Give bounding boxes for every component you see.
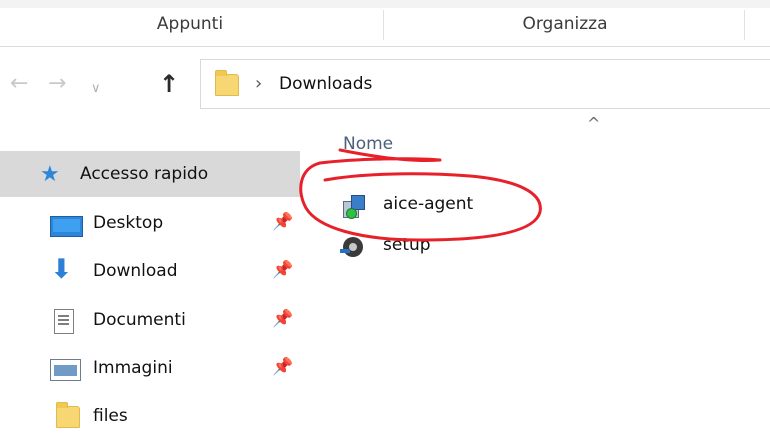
sidebar-item-label: Download [93, 261, 178, 281]
ribbon-separator [744, 10, 745, 40]
file-name: setup [383, 235, 431, 255]
up-button[interactable]: ↑ [159, 70, 179, 98]
pin-icon[interactable]: 📌 [272, 357, 293, 377]
download-icon: ⬇ [50, 254, 73, 285]
pin-icon[interactable]: 📌 [272, 309, 293, 329]
sidebar-item-label: Desktop [93, 213, 164, 233]
ribbon-group-clipboard: Appunti [156, 14, 224, 34]
navigation-pane: ★ Accesso rapido Desktop 📌 ⬇ Download 📌 … [0, 120, 305, 429]
sidebar-item-quick-access[interactable]: ★ Accesso rapido [0, 151, 300, 197]
ribbon: Appunti Organizza [0, 0, 770, 47]
installer-icon [343, 195, 365, 219]
sidebar-item-label: Documenti [93, 310, 186, 330]
navigation-bar: ← → ∨ ↑ › Downloads [0, 46, 770, 120]
ribbon-edge [0, 0, 770, 8]
ribbon-separator [383, 10, 384, 40]
desktop-icon [50, 216, 83, 237]
sidebar-item-download[interactable]: ⬇ Download 📌 [0, 248, 300, 294]
ribbon-group-organize: Organizza [522, 14, 608, 34]
file-list: ^ Nome aice-agent setup [305, 114, 770, 429]
recent-locations-chevron-down-icon[interactable]: ∨ [91, 75, 101, 103]
sidebar-item-desktop[interactable]: Desktop 📌 [0, 200, 300, 246]
breadcrumb-downloads[interactable]: Downloads [279, 74, 372, 94]
forward-button[interactable]: → [48, 70, 66, 98]
sidebar-item-pictures[interactable]: Immagini 📌 [0, 345, 300, 391]
sidebar-item-label: files [93, 406, 128, 426]
pin-icon[interactable]: 📌 [272, 260, 293, 280]
sidebar-item-label: Accesso rapido [80, 164, 209, 184]
pin-icon[interactable]: 📌 [272, 212, 293, 232]
pictures-icon [50, 359, 81, 381]
star-icon: ★ [40, 162, 60, 187]
setup-icon [340, 237, 363, 257]
file-row-setup[interactable]: setup [335, 233, 575, 263]
sidebar-item-files[interactable]: files [0, 393, 300, 439]
file-name: aice-agent [383, 194, 474, 214]
sidebar-item-label: Immagini [93, 358, 173, 378]
sidebar-item-documents[interactable]: Documenti 📌 [0, 297, 300, 343]
documents-icon [54, 309, 74, 334]
folder-icon [215, 70, 239, 96]
folder-icon [56, 402, 80, 428]
file-row-aice-agent[interactable]: aice-agent [335, 192, 575, 222]
back-button[interactable]: ← [10, 70, 28, 98]
installer-disc-shape [346, 208, 357, 219]
breadcrumb-chevron-icon[interactable]: › [255, 73, 262, 94]
address-bar[interactable]: › Downloads [200, 59, 770, 109]
column-header-name[interactable]: Nome [343, 134, 393, 154]
sort-ascending-icon: ^ [587, 114, 601, 133]
